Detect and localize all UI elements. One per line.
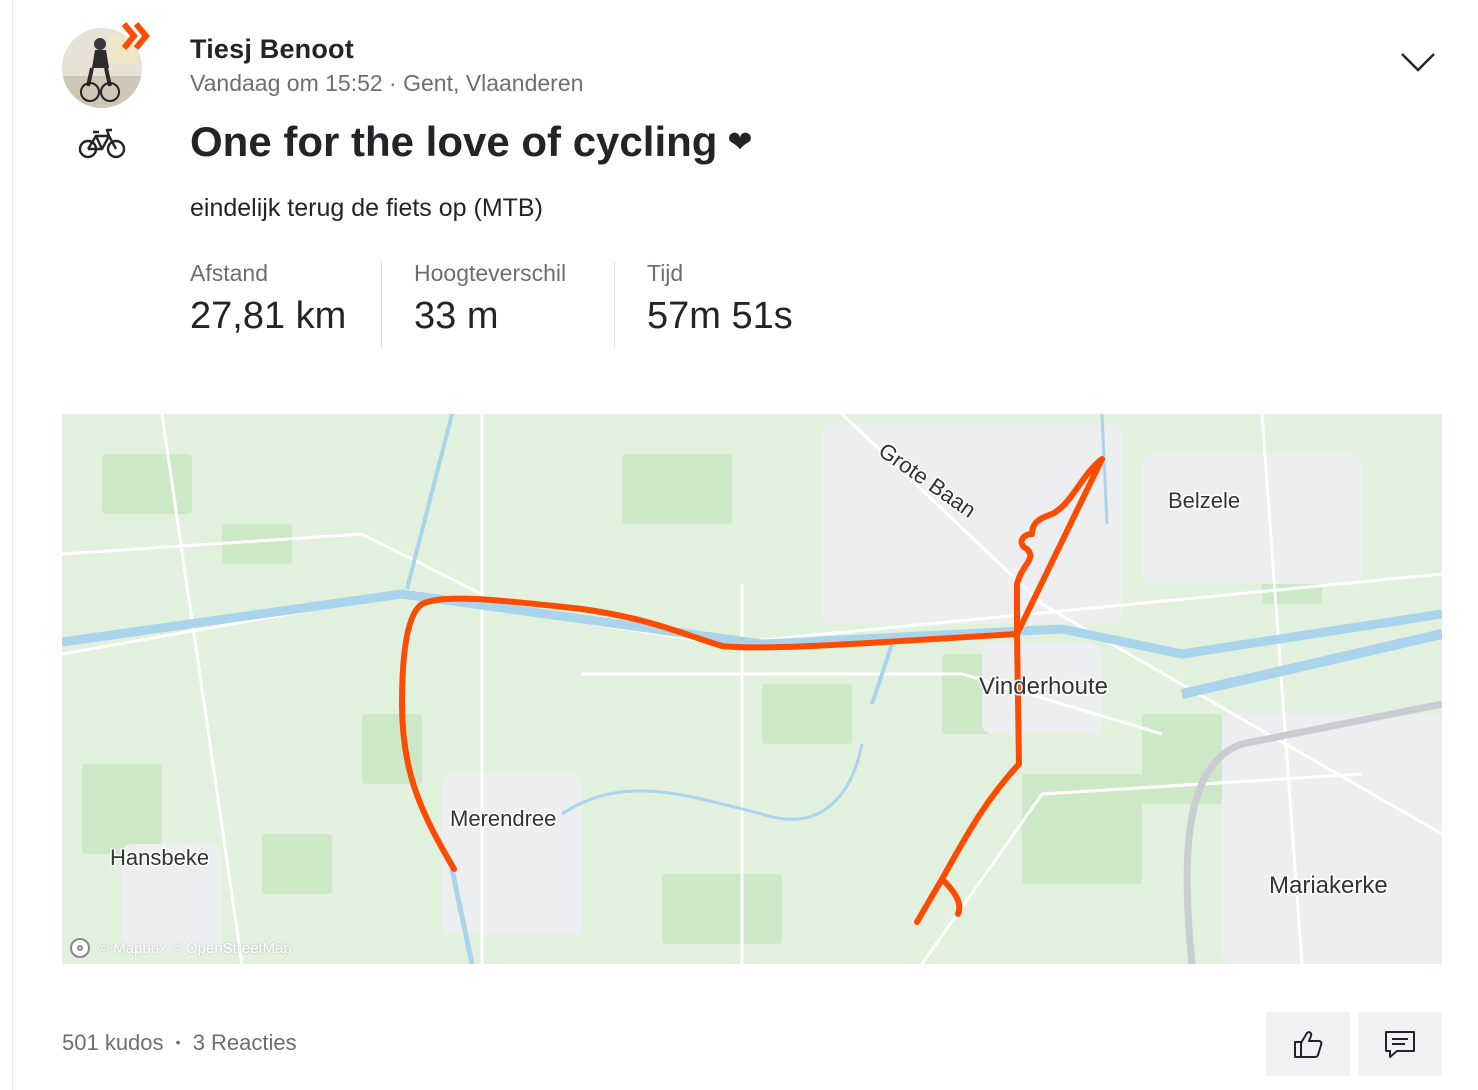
feed-left-border — [12, 0, 13, 1090]
stat-value: 27,81 km — [190, 295, 347, 337]
stat-time: Tijd 57m 51s — [647, 260, 793, 338]
comment-button[interactable] — [1358, 1012, 1442, 1076]
stat-value: 33 m — [414, 295, 499, 337]
route-map[interactable]: Grote Baan Belzele Vinderhoute Merendree… — [62, 414, 1442, 964]
chevron-down-icon[interactable] — [1398, 44, 1438, 78]
activity-title[interactable]: One for the love of cycling ❤ — [190, 118, 753, 166]
kudos-button[interactable] — [1266, 1012, 1350, 1076]
map-label-mariakerke: Mariakerke — [1269, 872, 1388, 899]
stat-label: Hoogteverschil — [414, 260, 567, 286]
counts-separator: • — [175, 1034, 181, 1050]
stat-elevation: Hoogteverschil 33 m — [414, 260, 566, 338]
bicycle-icon — [78, 126, 126, 162]
stat-distance: Afstand 27,81 km — [190, 260, 346, 338]
map-label-vinderhoute: Vinderhoute — [979, 673, 1108, 700]
mapbox-logo-icon — [70, 938, 90, 958]
stat-value: 57m 51s — [647, 295, 793, 337]
map-label-belzele: Belzele — [1168, 488, 1240, 513]
map-label-hansbeke: Hansbeke — [110, 845, 209, 870]
map-canvas: Grote Baan Belzele Vinderhoute Merendree… — [62, 414, 1442, 964]
activity-description: eindelijk terug de fiets op (MTB) — [190, 194, 543, 222]
comment-icon — [1385, 1031, 1415, 1058]
attribution-text[interactable]: © Mapbox © OpenStreetMap — [98, 940, 292, 957]
stat-label: Tijd — [647, 260, 684, 286]
thumbs-up-icon — [1294, 1031, 1323, 1058]
stat-divider — [381, 262, 382, 348]
subscriber-chevrons-icon — [120, 20, 154, 54]
athlete-name[interactable]: Tiesj Benoot — [190, 34, 354, 65]
stat-label: Afstand — [190, 260, 268, 286]
heart-emoji: ❤ — [727, 126, 753, 159]
kudos-count[interactable]: 501 kudos — [62, 1030, 164, 1055]
activity-date-location: Vandaag om 15:52 · Gent, Vlaanderen — [190, 70, 584, 96]
activity-title-text[interactable]: One for the love of cycling — [190, 118, 717, 165]
stat-divider — [614, 262, 615, 348]
comments-count[interactable]: 3 Reacties — [193, 1030, 297, 1055]
social-counts: 501 kudos • 3 Reacties — [62, 1030, 297, 1056]
map-label-merendree: Merendree — [450, 806, 556, 831]
map-attribution[interactable]: © Mapbox © OpenStreetMap — [70, 938, 292, 958]
